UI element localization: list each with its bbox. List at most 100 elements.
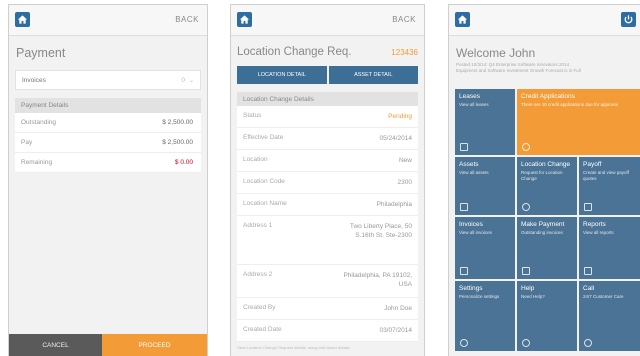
call-title: Call xyxy=(583,285,595,292)
tab-location-detail[interactable]: LOCATION DETAIL xyxy=(237,66,327,84)
reports-title: Reports xyxy=(583,221,606,228)
payoff-title: Payoff xyxy=(583,161,602,168)
location-name-value: Philadelphia xyxy=(376,201,412,208)
payoff-icon xyxy=(584,203,592,211)
location-change-sub: Request for Location Change xyxy=(521,170,563,181)
title-line: Location Change Req. 123436 xyxy=(231,36,424,62)
created-date-value: 03/07/2014 xyxy=(379,327,412,334)
effective-date-row: Effective Date 05/24/2014 xyxy=(237,128,418,150)
pay-label: Pay xyxy=(21,139,33,146)
assets-tile[interactable]: Assets View all assets xyxy=(455,157,515,215)
call-sub: 24/7 Customer Care xyxy=(583,294,624,299)
location-change-details-header: Location Change Details xyxy=(237,92,418,106)
make-payment-tile[interactable]: Make Payment Outstanding invoices xyxy=(517,217,577,279)
settings-title: Settings xyxy=(459,285,483,292)
truck-icon xyxy=(460,203,468,211)
home-icon[interactable] xyxy=(15,12,30,27)
chart-icon xyxy=(584,267,592,275)
page-title: Payment xyxy=(16,46,66,60)
credit-applications-sub: There are 10 credit applications due for… xyxy=(521,102,618,107)
tab-asset-detail[interactable]: ASSET DETAIL xyxy=(328,66,418,84)
request-number: 123436 xyxy=(391,48,418,57)
created-date-label: Created Date xyxy=(243,326,282,333)
back-button[interactable]: BACK xyxy=(175,15,199,24)
location-value: New xyxy=(398,157,412,164)
cancel-button[interactable]: CANCEL xyxy=(9,334,103,356)
status-label: Status xyxy=(243,112,262,119)
address-1-label: Address 1 xyxy=(243,222,273,229)
leases-title: Leases xyxy=(459,93,480,100)
pay-row[interactable]: Pay $ 2,500.00 xyxy=(15,133,201,153)
invoice-icon xyxy=(460,267,468,275)
location-change-screen: BACK Location Change Req. 123436 LOCATIO… xyxy=(230,4,425,356)
address-1-row: Address 1 Two Liberty Place, 50 S.16th S… xyxy=(237,216,418,265)
leases-tile[interactable]: Leases View all leases xyxy=(455,89,515,155)
location-change-tile[interactable]: Location Change Request for Location Cha… xyxy=(517,157,577,215)
created-date-row: Created Date 03/07/2014 xyxy=(237,320,418,342)
created-by-value: John Doe xyxy=(384,305,412,312)
top-bar: BACK xyxy=(9,5,207,36)
remaining-label: Remaining xyxy=(21,159,53,166)
footer-note: View Location Change Request details, al… xyxy=(237,345,350,350)
map-pin-icon xyxy=(522,203,530,211)
payoff-sub: Create and view payoff quotes xyxy=(583,170,629,181)
invoices-title: Invoices xyxy=(459,221,483,228)
proceed-button[interactable]: PROCEED xyxy=(102,334,207,356)
outstanding-label: Outstanding xyxy=(21,119,57,126)
invoices-select-label: Invoices xyxy=(22,76,46,84)
detail-tabs: LOCATION DETAIL ASSET DETAIL xyxy=(237,66,418,84)
address-2-label: Address 2 xyxy=(243,271,273,278)
outstanding-value: $ 2,500.00 xyxy=(162,119,193,126)
help-icon xyxy=(522,339,530,347)
home-icon[interactable] xyxy=(455,12,470,27)
reports-sub: View all reports xyxy=(583,230,614,235)
help-sub: Need Help? xyxy=(521,294,545,299)
location-name-label: Location Name xyxy=(243,200,287,207)
page-title: Location Change Req. xyxy=(237,46,352,58)
help-tile[interactable]: Help Need Help? xyxy=(517,281,577,351)
assets-sub: View all assets xyxy=(459,170,489,175)
effective-date-label: Effective Date xyxy=(243,134,284,141)
help-title: Help xyxy=(521,285,535,292)
address-2-value: Philadelphia, PA 19102, USA xyxy=(343,272,412,288)
payoff-tile[interactable]: Payoff Create and view payoff quotes xyxy=(579,157,640,215)
outstanding-row: Outstanding $ 2,500.00 xyxy=(15,113,201,133)
dashboard-screen: Welcome John Posted 10/3/14: Q4 Enterpri… xyxy=(448,4,640,356)
location-label: Location xyxy=(243,156,268,163)
location-code-row: Location Code 2300 xyxy=(237,172,418,194)
status-value: Pending xyxy=(388,113,412,120)
effective-date-value: 05/24/2014 xyxy=(379,135,412,142)
document-icon xyxy=(460,143,468,151)
back-button[interactable]: BACK xyxy=(392,15,416,24)
credit-applications-tile[interactable]: Credit Applications There are 10 credit … xyxy=(517,89,640,155)
payment-screen: BACK Payment Invoices 0 ⌄ Payment Detail… xyxy=(8,4,208,356)
created-by-label: Created By xyxy=(243,304,276,311)
cash-icon xyxy=(522,267,530,275)
leases-sub: View all leases xyxy=(459,102,489,107)
invoices-select[interactable]: Invoices 0 ⌄ xyxy=(15,70,201,90)
action-bar: CANCEL PROCEED xyxy=(9,334,207,356)
address-1-value: Two Liberty Place, 50 S.16th St. Ste-230… xyxy=(349,223,412,239)
remaining-row: Remaining $ 0.00 xyxy=(15,153,201,173)
call-tile[interactable]: Call 24/7 Customer Care xyxy=(579,281,640,351)
remaining-value: $ 0.00 xyxy=(174,159,193,166)
invoices-tile[interactable]: Invoices View all invoices xyxy=(455,217,515,279)
reports-tile[interactable]: Reports View all reports xyxy=(579,217,640,279)
payment-details-header: Payment Details xyxy=(15,98,201,113)
location-code-label: Location Code xyxy=(243,178,285,185)
location-change-title: Location Change xyxy=(521,161,571,168)
top-bar: BACK xyxy=(231,5,424,36)
assets-title: Assets xyxy=(459,161,479,168)
settings-tile[interactable]: Settings Personalize settings xyxy=(455,281,515,351)
location-row: Location New xyxy=(237,150,418,172)
location-name-row: Location Name Philadelphia xyxy=(237,194,418,216)
invoices-sub: View all invoices xyxy=(459,230,492,235)
credit-applications-title: Credit Applications xyxy=(521,93,575,100)
pay-amount-input[interactable]: $ 2,500.00 xyxy=(162,139,193,146)
home-icon[interactable] xyxy=(237,12,252,27)
welcome-title: Welcome John xyxy=(456,46,536,60)
phone-icon xyxy=(584,339,592,347)
settings-sub: Personalize settings xyxy=(459,294,500,299)
chevron-down-icon: ⌄ xyxy=(188,77,194,84)
power-icon[interactable] xyxy=(621,12,636,27)
